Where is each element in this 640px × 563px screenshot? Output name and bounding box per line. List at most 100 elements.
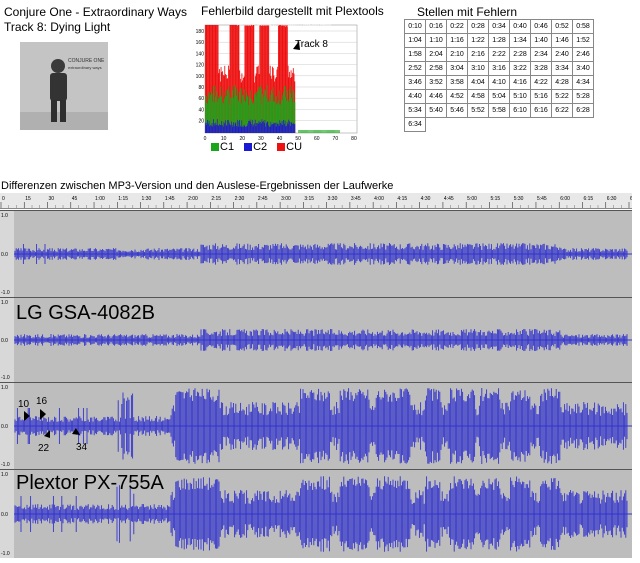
chart-x-tick: 70 xyxy=(333,136,339,141)
amplitude-label: 0.0 xyxy=(1,252,8,258)
error-cell: 5:58 xyxy=(488,103,510,118)
legend-cu: CU xyxy=(277,141,302,153)
amplitude-label: 0.0 xyxy=(1,512,8,518)
error-cell: 0:10 xyxy=(404,19,426,34)
cover-figure-icon xyxy=(20,42,108,130)
ruler-tick-label: 1:45 xyxy=(165,196,175,202)
legend-c1: C1 xyxy=(211,141,234,153)
error-cell: 2:22 xyxy=(488,47,510,62)
ruler-tick-label: 6:45 xyxy=(630,196,632,202)
error-cell: 0:52 xyxy=(551,19,573,34)
time-ruler[interactable]: 0 15 30 45 1:00 1:15 1:30 1:45 2:00 2:15 2:30 2:45 3… xyxy=(0,193,640,209)
error-cell: 5:16 xyxy=(530,89,552,104)
error-cell: 4:58 xyxy=(467,89,489,104)
error-cell: 0:34 xyxy=(488,19,510,34)
error-cell: 6:28 xyxy=(572,103,594,118)
error-cell: 2:58 xyxy=(425,61,447,76)
error-chart-svg: 180160140120100806040200 10 20 30 40 50 60 70 80 xyxy=(196,24,358,142)
ruler-tick-label: 15 xyxy=(25,196,31,202)
ruler-tick-label: 3:00 xyxy=(281,196,291,202)
ruler-tick-label: 1:30 xyxy=(142,196,152,202)
error-cell: 2:34 xyxy=(530,47,552,62)
error-cell: 1:10 xyxy=(425,33,447,48)
legend-c2-swatch xyxy=(244,143,253,151)
marker-arrows xyxy=(24,409,80,438)
amplitude-label: -1.0 xyxy=(1,551,10,557)
amplitude-label: 1.0 xyxy=(1,300,8,306)
error-cell: 3:40 xyxy=(572,61,594,76)
error-row: 1:58 2:04 2:10 2:16 2:22 2:28 2:34 2:40 2:46 xyxy=(404,47,594,62)
error-cell: 5:40 xyxy=(425,103,447,118)
track-1-waveform: 1.0 0.0 -1.0 xyxy=(0,211,632,297)
waveform-caption: Differenzen zwischen MP3-Version und den… xyxy=(1,180,394,192)
chart-y-tick: 100 xyxy=(196,74,205,80)
cover-subtext: extraordinary ways xyxy=(68,65,102,70)
amplitude-label: 1.0 xyxy=(1,213,8,219)
ruler-tick-label: 2:15 xyxy=(211,196,221,202)
error-cell: 6:22 xyxy=(551,103,573,118)
error-row: 1:04 1:10 1:16 1:22 1:28 1:34 1:40 1:46 1:52 xyxy=(404,33,594,48)
error-cell: 4:22 xyxy=(530,75,552,90)
error-cell: 5:04 xyxy=(488,89,510,104)
ruler-tick-label: 4:30 xyxy=(421,196,431,202)
chart-y-tick: 60 xyxy=(198,96,204,102)
ruler-tick-label: 2:30 xyxy=(235,196,245,202)
ruler-tick-label: 5:45 xyxy=(537,196,547,202)
marker-arrow-16-icon xyxy=(40,409,46,420)
album-title: Conjure One - Extraordinary Ways xyxy=(4,5,187,19)
ruler-tick-label: 2:00 xyxy=(188,196,198,202)
error-cell: 3:22 xyxy=(509,61,531,76)
error-cell: 6:10 xyxy=(509,103,531,118)
plextools-title: Fehlerbild dargestellt mit Plextools xyxy=(201,4,384,18)
marker-arrow-10-icon xyxy=(24,411,30,421)
error-cell: 2:16 xyxy=(467,47,489,62)
amplitude-label: 1.0 xyxy=(1,472,8,478)
error-cell: 3:52 xyxy=(425,75,447,90)
error-cell: 5:46 xyxy=(446,103,468,118)
errors-title: Stellen mit Fehlern xyxy=(417,5,518,19)
error-timestamps-table: 0:10 0:16 0:22 0:28 0:34 0:40 0:46 0:52 0:58 1:04… xyxy=(404,19,594,132)
track-1[interactable]: 1.0 0.0 -1.0 xyxy=(0,210,632,297)
ruler-tick-label: 1:00 xyxy=(95,196,105,202)
album-cover: CONJURE ONE extraordinary ways xyxy=(20,42,108,130)
chart-y-tick: 180 xyxy=(196,29,205,35)
ruler-tick-label: 3:30 xyxy=(328,196,338,202)
error-row: 4:40 4:46 4:52 4:58 5:04 5:10 5:16 5:22 5:28 xyxy=(404,89,594,104)
error-cell: 1:34 xyxy=(509,33,531,48)
error-cell: 5:52 xyxy=(467,103,489,118)
error-cell: 3:34 xyxy=(551,61,573,76)
track-title: Track 8: Dying Light xyxy=(4,20,111,34)
error-cell: 4:28 xyxy=(551,75,573,90)
ruler-tick-label: 45 xyxy=(72,196,78,202)
ruler-tick-label: 4:00 xyxy=(374,196,384,202)
error-cell: 4:40 xyxy=(404,89,426,104)
error-cell: 1:40 xyxy=(530,33,552,48)
chart-y-tick: 140 xyxy=(196,51,205,57)
error-cell: 6:34 xyxy=(404,117,426,132)
amplitude-label: 0.0 xyxy=(1,338,8,344)
error-cell: 2:46 xyxy=(572,47,594,62)
error-cell: 4:46 xyxy=(425,89,447,104)
error-cell: 5:34 xyxy=(404,103,426,118)
ruler-tick-label: 6:15 xyxy=(583,196,593,202)
error-row: 0:10 0:16 0:22 0:28 0:34 0:40 0:46 0:52 0:58 xyxy=(404,19,594,34)
ruler-tick-label: 5:30 xyxy=(514,196,524,202)
track-2[interactable]: 1.0 0.0 -1.0 LG GSA-4082B xyxy=(0,297,632,382)
error-cell: 4:16 xyxy=(509,75,531,90)
error-cell: 1:22 xyxy=(467,33,489,48)
error-cell: 5:10 xyxy=(509,89,531,104)
chart-y-tick: 160 xyxy=(196,40,205,46)
chart-y-tick: 80 xyxy=(198,85,204,91)
ruler-tick-label: 5:00 xyxy=(467,196,477,202)
ruler-tick-label: 5:15 xyxy=(490,196,500,202)
track-4[interactable]: 1.0 0.0 -1.0 Plextor PX-755A xyxy=(0,469,632,558)
chart-y-tick: 40 xyxy=(198,107,204,113)
marker-arrow-22-icon xyxy=(44,430,50,438)
error-cell: 3:10 xyxy=(467,61,489,76)
chart-overlay-text: Plextools Professional V2.2 Copyright (C… xyxy=(237,23,331,27)
drive-label-lg: LG GSA-4082B xyxy=(16,302,155,324)
error-row: 5:34 5:40 5:46 5:52 5:58 6:10 6:16 6:22 6:28 xyxy=(404,103,594,118)
error-cell: 0:40 xyxy=(509,19,531,34)
ruler-tick-label: 1:15 xyxy=(118,196,128,202)
error-cell: 0:16 xyxy=(425,19,447,34)
